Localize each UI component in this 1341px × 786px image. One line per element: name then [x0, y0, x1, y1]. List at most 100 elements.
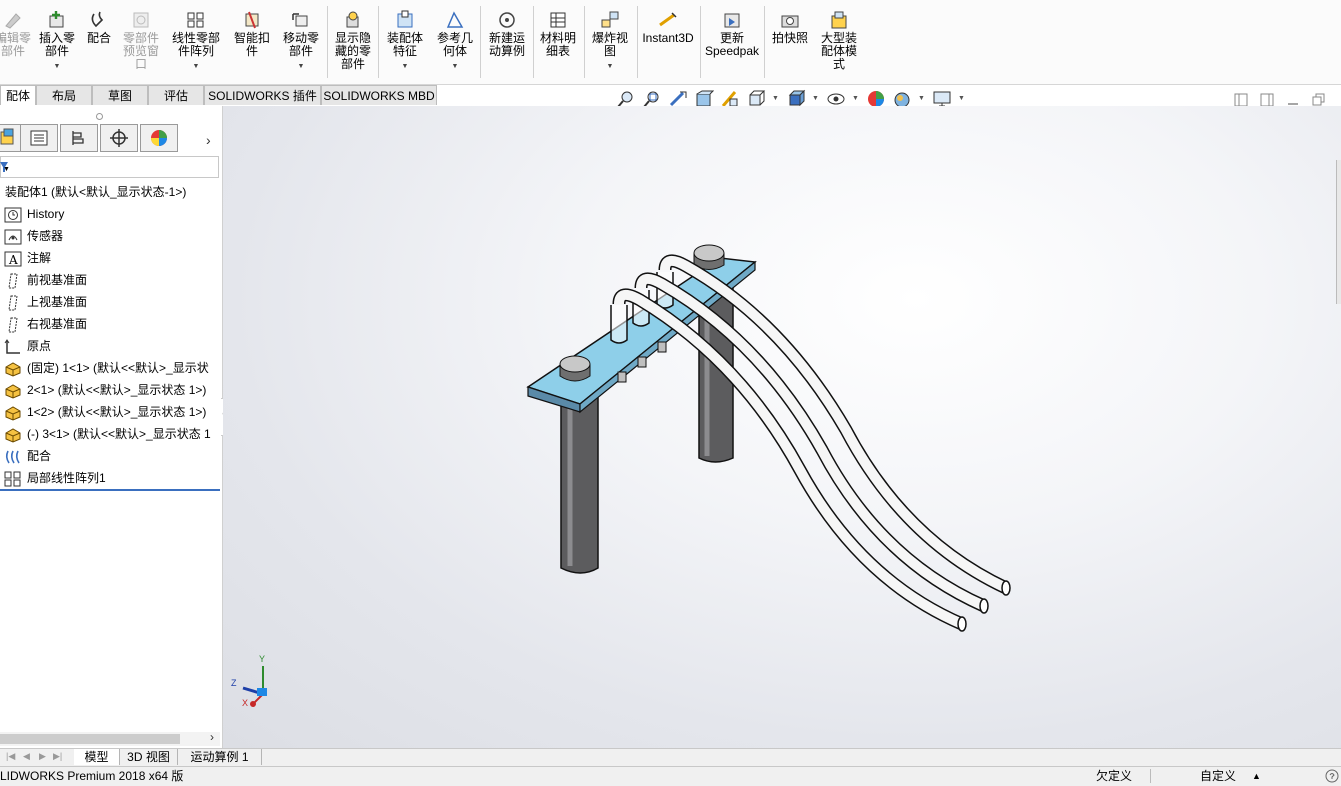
chevron-down-icon[interactable]: ▼: [958, 95, 965, 102]
tree-item[interactable]: (-) 3<1> (默认<<默认>_显示状态 1: [4, 423, 211, 445]
minimize-icon[interactable]: [1286, 93, 1300, 107]
history-icon: [4, 207, 22, 223]
tree-item[interactable]: 传感器: [4, 225, 63, 247]
pattern-icon: [4, 471, 22, 487]
chevron-down-icon[interactable]: ▼: [278, 60, 324, 73]
help-icon[interactable]: [1324, 769, 1340, 783]
snapshot-button[interactable]: 拍快照: [768, 4, 812, 80]
tree-item[interactable]: A 注解: [4, 247, 51, 269]
next-tab-icon: ▶: [39, 751, 46, 761]
tab-solidworks-mbd[interactable]: SOLIDWORKS MBD: [321, 85, 437, 105]
speedpak-icon: [724, 13, 740, 28]
update-speedpak-button[interactable]: 更新 Speedpak: [704, 4, 760, 80]
tree-item[interactable]: 上视基准面: [4, 291, 87, 313]
scrollbar-thumb[interactable]: [0, 734, 180, 744]
tab-solidworks-addins[interactable]: SOLIDWORKS 插件: [204, 85, 321, 105]
tile-left-icon[interactable]: [1234, 93, 1248, 107]
prev-tab-icon: ◀: [23, 751, 30, 761]
chevron-down-icon[interactable]: ▼: [432, 60, 478, 73]
new-motion-study-button[interactable]: 新建运 动算例: [484, 4, 530, 80]
linear-pattern-icon: [187, 12, 204, 28]
plane-icon: [4, 317, 22, 333]
ribbon-separator: [378, 6, 379, 78]
chevron-up-icon[interactable]: ▲: [1252, 767, 1261, 785]
plane-icon: [4, 295, 22, 311]
tree-item[interactable]: History: [4, 203, 64, 225]
tab-model[interactable]: 模型: [74, 749, 120, 765]
chevron-right-icon[interactable]: ›: [210, 730, 214, 744]
tree-item[interactable]: 配合: [4, 445, 51, 467]
command-tabs: 配体 布局 草图 评估 SOLIDWORKS 插件 SOLIDWORKS MBD: [0, 85, 440, 106]
tree-item[interactable]: 1<2> (默认<<默认>_显示状态 1>): [4, 401, 206, 423]
chevron-down-icon[interactable]: ▼: [36, 60, 78, 73]
part-icon: [4, 383, 22, 399]
tree-item[interactable]: 原点: [4, 335, 51, 357]
dimxpert-manager-tab[interactable]: [100, 124, 138, 152]
chevron-down-icon[interactable]: ▼: [588, 60, 632, 73]
tab-motion-study[interactable]: 运动算例 1: [178, 749, 262, 765]
property-list-icon: [30, 130, 48, 146]
chevron-right-icon[interactable]: ›: [206, 132, 211, 148]
property-manager-tab[interactable]: [20, 124, 58, 152]
move-component-button[interactable]: 移动零 部件 ▼: [278, 4, 324, 80]
tab-navigation-arrows[interactable]: |◀ ◀ ▶ ▶|: [6, 751, 70, 764]
insert-component-button[interactable]: 插入零 部件 ▼: [36, 4, 78, 80]
status-divider: [1150, 769, 1151, 783]
exploded-view-button[interactable]: 爆炸视 图 ▼: [588, 4, 632, 80]
tree-item[interactable]: 2<1> (默认<<默认>_显示状态 1>): [4, 379, 206, 401]
chevron-down-icon[interactable]: ▼: [812, 95, 819, 102]
component-preview-icon: [133, 12, 149, 28]
tab-evaluate[interactable]: 评估: [148, 85, 204, 105]
restore-icon[interactable]: [1311, 93, 1325, 107]
tree-filter-input[interactable]: ▼: [0, 156, 219, 178]
tab-3d-views[interactable]: 3D 视图: [120, 749, 178, 765]
chevron-down-icon[interactable]: ▼: [852, 95, 859, 102]
product-version-label: LIDWORKS Premium 2018 x64 版: [0, 769, 184, 783]
mate-button[interactable]: 配合: [82, 4, 116, 80]
task-pane-edge[interactable]: [1336, 160, 1341, 304]
tree-item[interactable]: 局部线性阵列1: [4, 467, 106, 489]
graphics-area[interactable]: Y Z X: [223, 106, 1341, 748]
panel-scrollbar[interactable]: ›: [0, 730, 220, 746]
origin-icon: [4, 338, 22, 355]
plane-icon: [4, 273, 22, 289]
mate-icon: [91, 11, 104, 28]
ribbon-separator: [700, 6, 701, 78]
tab-sketch[interactable]: 草图: [92, 85, 148, 105]
component-preview-button[interactable]: 零部件 预览窗 口: [120, 4, 162, 80]
units-selector[interactable]: 自定义: [1200, 767, 1236, 785]
reference-geometry-button[interactable]: 参考几 何体 ▼: [432, 4, 478, 80]
tree-item[interactable]: (固定) 1<1> (默认<<默认>_显示状: [4, 357, 209, 379]
ribbon-separator: [327, 6, 328, 78]
large-assembly-mode-button[interactable]: 大型装 配体模 式: [816, 4, 862, 80]
tile-right-icon[interactable]: [1260, 93, 1274, 107]
rollback-bar[interactable]: [0, 489, 220, 491]
left-post[interactable]: [560, 394, 599, 574]
chevron-down-icon[interactable]: ▼: [382, 60, 428, 73]
chevron-down-icon[interactable]: ▼: [772, 95, 779, 102]
show-hidden-button[interactable]: 显示隐 藏的零 部件: [331, 4, 375, 80]
chevron-down-icon[interactable]: ▼: [168, 60, 224, 73]
chevron-down-icon[interactable]: ▼: [3, 166, 10, 173]
display-manager-tab[interactable]: [140, 124, 178, 152]
chevron-down-icon[interactable]: ▼: [918, 95, 925, 102]
tree-item-label: (固定) 1<1> (默认<<默认>_显示状: [27, 361, 209, 375]
tree-item[interactable]: 右视基准面: [4, 313, 87, 335]
tree-item-label: 2<1> (默认<<默认>_显示状态 1>): [27, 383, 207, 397]
tree-item[interactable]: 前视基准面: [4, 269, 87, 291]
assembly-features-button[interactable]: 装配体 特征 ▼: [382, 4, 428, 80]
smart-fasteners-button[interactable]: 智能扣 件: [230, 4, 274, 80]
edit-part-button[interactable]: 编辑零 部件: [0, 4, 32, 80]
configuration-icon: [72, 131, 84, 145]
tab-layout[interactable]: 布局: [36, 85, 92, 105]
configuration-manager-tab[interactable]: [60, 124, 98, 152]
smart-fasteners-icon: [245, 11, 259, 29]
tree-item-label: 传感器: [27, 229, 64, 243]
instant3d-button[interactable]: Instant3D: [640, 4, 696, 80]
tree-root-assembly[interactable]: 装配体1 (默认<默认_显示状态-1>): [5, 181, 186, 203]
panel-grip-icon[interactable]: [96, 113, 103, 120]
tab-assembly[interactable]: 配体: [0, 85, 36, 105]
bom-button[interactable]: 材料明 细表: [536, 4, 580, 80]
linear-pattern-button[interactable]: 线性零部 件阵列 ▼: [168, 4, 224, 80]
bolt-head-left[interactable]: [559, 355, 591, 382]
